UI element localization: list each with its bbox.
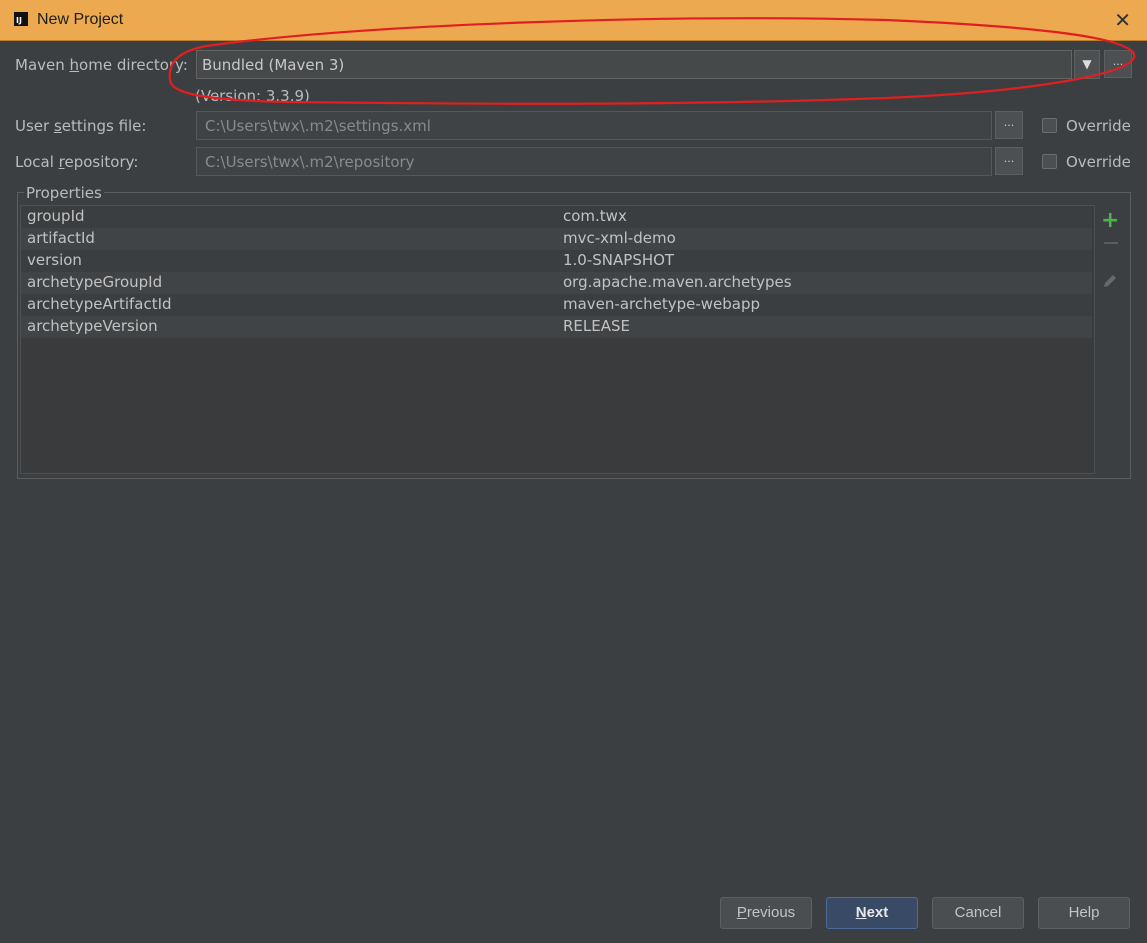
property-value: 1.0-SNAPSHOT (563, 251, 675, 269)
title-bar: IJ New Project ✕ (0, 0, 1147, 41)
next-button[interactable]: Next (826, 897, 918, 929)
user-settings-label-mnemonic: s (53, 117, 62, 135)
intellij-app-icon: IJ (14, 12, 28, 26)
table-row[interactable]: version 1.0-SNAPSHOT (21, 250, 1092, 272)
user-settings-label-post: ettings file: (61, 117, 147, 135)
next-mnemonic: N (855, 904, 867, 921)
table-row[interactable]: artifactId mvc-xml-demo (21, 228, 1092, 250)
table-row[interactable]: groupId com.twx (21, 206, 1092, 228)
properties-title: Properties (24, 184, 104, 202)
chevron-down-icon[interactable]: ▼ (1074, 50, 1100, 79)
user-settings-browse-button[interactable]: ... (995, 111, 1023, 139)
property-value: com.twx (563, 207, 627, 225)
property-value: maven-archetype-webapp (563, 295, 761, 313)
maven-home-label-mnemonic: h (69, 56, 80, 74)
next-label-rest: ext (866, 904, 889, 921)
local-repository-label: Local repository: (15, 153, 138, 171)
user-settings-field[interactable]: C:\Users\twx\.m2\settings.xml (196, 111, 992, 140)
table-row[interactable]: archetypeGroupId org.apache.maven.archet… (21, 272, 1092, 294)
pencil-icon[interactable] (1101, 272, 1119, 290)
help-button[interactable]: Help (1038, 897, 1130, 929)
user-settings-label-pre: User (15, 117, 54, 135)
maven-home-label-pre: Maven (15, 56, 70, 74)
local-repository-label-post: epository: (64, 153, 139, 171)
property-value: mvc-xml-demo (563, 229, 676, 247)
plus-icon[interactable]: + (1101, 208, 1119, 233)
property-key: artifactId (27, 229, 95, 247)
local-repository-label-pre: Local (15, 153, 59, 171)
maven-home-browse-button[interactable]: ... (1104, 50, 1132, 78)
property-key: archetypeGroupId (27, 273, 163, 291)
maven-home-combo[interactable]: Bundled (Maven 3) (196, 50, 1072, 79)
previous-button[interactable]: Previous (720, 897, 812, 929)
close-icon[interactable]: ✕ (1114, 8, 1131, 32)
properties-toolbar (1095, 205, 1127, 474)
local-repository-override-label[interactable]: Override (1066, 153, 1131, 171)
cancel-button[interactable]: Cancel (932, 897, 1024, 929)
local-repository-field[interactable]: C:\Users\twx\.m2\repository (196, 147, 992, 176)
app-icon-text: IJ (16, 16, 22, 25)
user-settings-label: User settings file: (15, 117, 146, 135)
user-settings-override-checkbox[interactable] (1042, 118, 1057, 133)
property-value: org.apache.maven.archetypes (563, 273, 792, 291)
previous-label-rest: revious (746, 904, 796, 921)
property-value: RELEASE (563, 317, 630, 335)
maven-home-label: Maven home directory: (15, 56, 188, 74)
table-row[interactable]: archetypeVersion RELEASE (21, 316, 1092, 338)
local-repository-override-checkbox[interactable] (1042, 154, 1057, 169)
property-key: archetypeVersion (27, 317, 158, 335)
previous-mnemonic: P (736, 904, 747, 921)
maven-version-text: (Version: 3.3.9) (195, 87, 310, 105)
property-key: groupId (27, 207, 85, 225)
window-title: New Project (37, 11, 124, 28)
user-settings-override-label[interactable]: Override (1066, 117, 1131, 135)
property-key: archetypeArtifactId (27, 295, 172, 313)
properties-table: groupId com.twx artifactId mvc-xml-demo … (20, 205, 1095, 474)
minus-icon[interactable] (1104, 242, 1118, 244)
local-repository-browse-button[interactable]: ... (995, 147, 1023, 175)
table-row[interactable]: archetypeArtifactId maven-archetype-weba… (21, 294, 1092, 316)
maven-home-label-post: ome directory: (79, 56, 188, 74)
property-key: version (27, 251, 82, 269)
